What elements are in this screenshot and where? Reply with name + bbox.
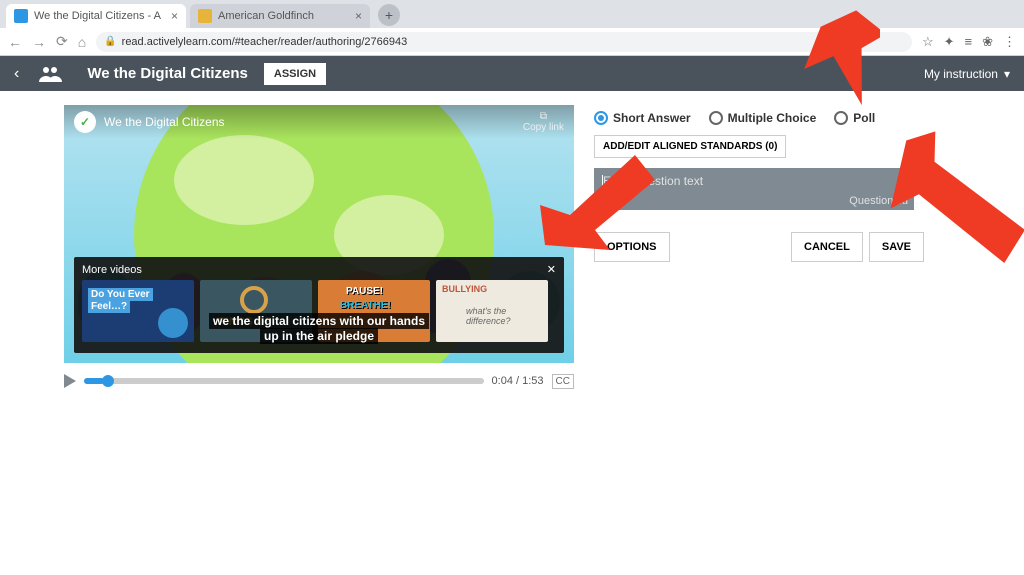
- reload-icon[interactable]: ⟳: [56, 33, 68, 50]
- cancel-button[interactable]: CANCEL: [791, 232, 863, 262]
- close-icon[interactable]: ×: [355, 9, 362, 23]
- video-controls: 0:04 / 1:53 CC: [64, 369, 574, 393]
- progress-track[interactable]: [84, 378, 484, 384]
- standards-button[interactable]: ADD/EDIT ALIGNED STANDARDS (0): [594, 135, 786, 158]
- extension-icon[interactable]: ❀: [982, 34, 993, 50]
- extension-icon[interactable]: ≡: [965, 34, 973, 49]
- radio-icon: [834, 111, 848, 125]
- lock-icon: 🔒: [104, 36, 116, 47]
- page-title: We the Digital Citizens: [87, 65, 248, 82]
- radio-icon: [709, 111, 723, 125]
- cc-button[interactable]: CC: [552, 374, 574, 389]
- video-title: We the Digital Citizens: [104, 115, 225, 129]
- question-type-row: Short Answer Multiple Choice Poll: [594, 111, 924, 125]
- people-icon[interactable]: [39, 66, 63, 82]
- assign-button[interactable]: ASSIGN: [264, 63, 326, 85]
- question-panel: Short Answer Multiple Choice Poll ADD/ED…: [594, 105, 924, 393]
- close-icon[interactable]: ×: [171, 9, 178, 23]
- radio-poll[interactable]: Poll: [834, 111, 875, 125]
- back-arrow-icon[interactable]: ‹: [14, 65, 19, 83]
- youtube-logo-icon: ✓: [74, 111, 96, 133]
- copy-link-button[interactable]: ⧉ Copy link: [523, 111, 564, 133]
- placeholder: Enter question text: [603, 174, 703, 188]
- new-tab-button[interactable]: +: [378, 4, 400, 26]
- video-time: 0:04 / 1:53: [492, 375, 544, 387]
- favicon: [14, 9, 28, 23]
- browser-tab-inactive[interactable]: American Goldfinch ×: [190, 4, 370, 28]
- browser-tabstrip: We the Digital Citizens - A × American G…: [0, 0, 1024, 28]
- menu-icon[interactable]: ⋮: [1003, 34, 1016, 50]
- save-button[interactable]: SAVE: [869, 232, 924, 262]
- star-icon[interactable]: ☆: [922, 34, 934, 50]
- more-videos-overlay: More videos ✕ Do You Ever Feel…? RINGS O…: [74, 257, 564, 353]
- play-button[interactable]: [64, 374, 76, 388]
- my-instruction-dropdown[interactable]: My instruction ▾: [924, 67, 1010, 81]
- progress-fill: [84, 378, 104, 384]
- radio-multiple-choice[interactable]: Multiple Choice: [709, 111, 817, 125]
- dropdown-label: My instruction: [924, 67, 998, 81]
- options-button[interactable]: OPTIONS: [594, 232, 670, 262]
- app-header: ‹ We the Digital Citizens ASSIGN My inst…: [0, 56, 1024, 91]
- forward-icon[interactable]: →: [32, 34, 46, 50]
- browser-toolbar: ← → ⟳ ⌂ 🔒 read.activelylearn.com/#teache…: [0, 28, 1024, 56]
- tab-title: American Goldfinch: [218, 10, 314, 22]
- question-support-label: Question su: [849, 195, 908, 207]
- radio-icon: [594, 111, 608, 125]
- tab-title: We the Digital Citizens - A: [34, 10, 161, 22]
- video-column: ✓ We the Digital Citizens ⧉ Copy link Mo…: [64, 105, 574, 393]
- radio-short-answer[interactable]: Short Answer: [594, 111, 691, 125]
- close-icon[interactable]: ✕: [547, 263, 556, 276]
- copy-label: Copy link: [523, 122, 564, 133]
- chevron-down-icon: ▾: [1004, 67, 1010, 81]
- more-videos-label: More videos: [82, 264, 142, 276]
- video-player[interactable]: ✓ We the Digital Citizens ⧉ Copy link Mo…: [64, 105, 574, 363]
- extension-icon[interactable]: ✦: [944, 34, 955, 50]
- progress-handle[interactable]: [102, 375, 114, 387]
- url-text: read.activelylearn.com/#teacher/reader/a…: [122, 36, 408, 48]
- favicon: [198, 9, 212, 23]
- video-caption: we the digital citizens with our handsup…: [74, 314, 564, 345]
- copy-icon: ⧉: [540, 111, 547, 122]
- back-icon[interactable]: ←: [8, 34, 22, 50]
- question-text-input[interactable]: Enter question text Question su: [594, 168, 914, 210]
- main-content: ✓ We the Digital Citizens ⧉ Copy link Mo…: [0, 91, 1024, 407]
- home-icon[interactable]: ⌂: [78, 34, 86, 50]
- address-bar[interactable]: 🔒 read.activelylearn.com/#teacher/reader…: [96, 32, 912, 52]
- browser-tab-active[interactable]: We the Digital Citizens - A ×: [6, 4, 186, 28]
- youtube-topbar: ✓ We the Digital Citizens ⧉ Copy link: [64, 105, 574, 139]
